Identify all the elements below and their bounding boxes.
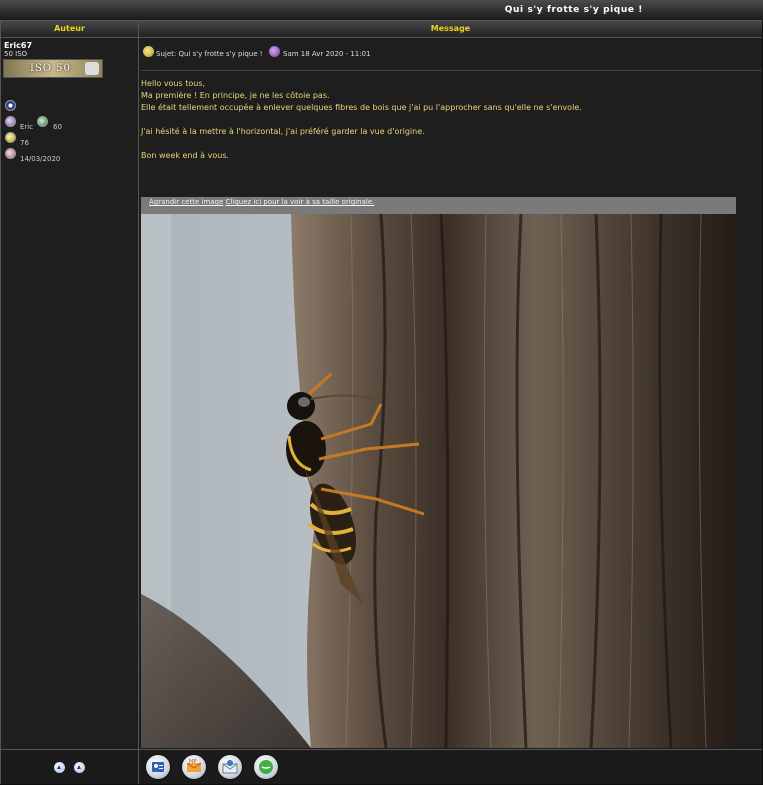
enlarge-image-label: Agrandir cette image xyxy=(149,198,224,206)
wasp-photo xyxy=(141,214,736,748)
rank-badge-text: ISO 50 xyxy=(30,63,71,74)
svg-text:MP: MP xyxy=(189,759,196,765)
post-body: Hello vous tous, Ma première ! En princi… xyxy=(141,78,753,162)
image-resize-bar[interactable]: Agrandir cette image Cliquez ici pour la… xyxy=(141,197,736,214)
profile-icon[interactable] xyxy=(146,755,170,779)
registered-icon xyxy=(5,148,16,159)
post-image[interactable] xyxy=(141,214,736,748)
points-icon xyxy=(37,116,48,127)
subject-icon xyxy=(143,46,154,57)
topic-title: Qui s'y frotte s'y pique ! xyxy=(504,5,643,15)
posts-icon xyxy=(5,132,16,143)
post-line: J'ai hésité à la mettre à l'horizontal, … xyxy=(141,127,425,136)
private-message-icon[interactable]: MP xyxy=(182,755,206,779)
author-rank: 50 ISO xyxy=(4,50,28,58)
rank-badge: ISO 50 xyxy=(3,59,103,78)
header-divider xyxy=(1,37,762,38)
arrow-up-icon[interactable] xyxy=(54,762,65,773)
author-username[interactable]: Eric67 xyxy=(4,41,32,50)
column-divider xyxy=(138,20,139,784)
email-icon[interactable] xyxy=(218,755,242,779)
author-registered-date: 14/03/2020 xyxy=(20,155,61,163)
author-column-header: Auteur xyxy=(1,21,138,37)
avatar xyxy=(85,62,99,75)
gender-icon xyxy=(5,100,16,111)
date-icon xyxy=(269,46,280,57)
original-size-link[interactable]: Cliquez ici pour la voir à sa taille ori… xyxy=(226,198,375,206)
post-line: Bon week end à vous. xyxy=(141,151,230,160)
arrow-down-icon[interactable] xyxy=(74,762,85,773)
author-points: 60 xyxy=(53,123,62,131)
post-line: Hello vous tous, xyxy=(141,79,206,88)
chat-icon[interactable] xyxy=(254,755,278,779)
post-subject: Sujet: Qui s'y frotte s'y pique ! xyxy=(156,50,263,58)
post-separator xyxy=(141,70,762,71)
post-line: Elle était tellement occupée à enlever q… xyxy=(141,103,582,112)
author-first-name: Eric xyxy=(20,123,34,131)
image-resize-text: Agrandir cette image Cliquez ici pour la… xyxy=(149,198,374,206)
author-posts: 76 xyxy=(20,139,29,147)
topic-title-bar: Qui s'y frotte s'y pique ! xyxy=(0,0,763,20)
footer-left xyxy=(1,750,138,784)
post-line: Ma première ! En principe, je ne les côt… xyxy=(141,91,330,100)
name-icon xyxy=(5,116,16,127)
message-column-header: Message xyxy=(139,21,762,37)
post-date: Sam 18 Avr 2020 - 11:01 xyxy=(283,50,371,58)
footer-divider xyxy=(1,749,762,750)
